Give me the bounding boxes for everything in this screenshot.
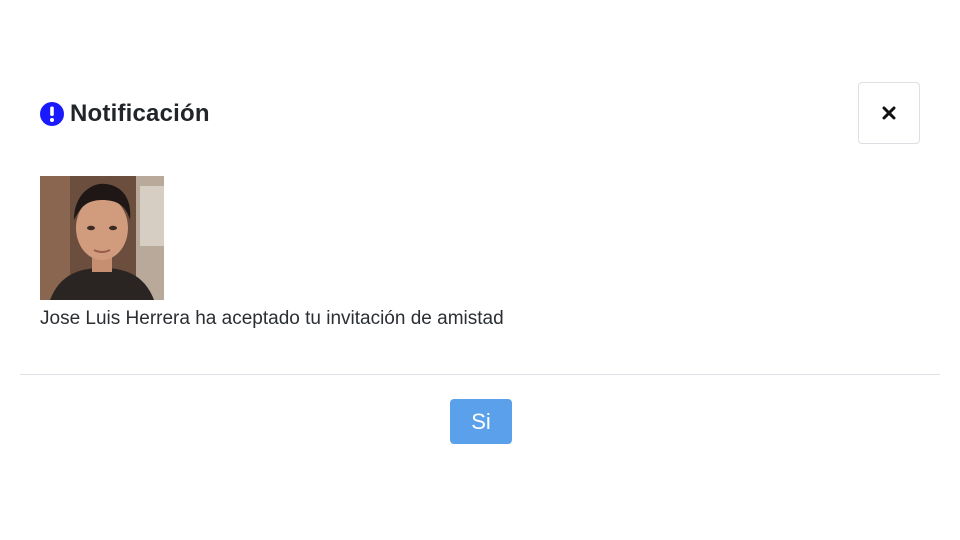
exclamation-circle-icon: [40, 102, 64, 126]
confirm-button[interactable]: Si: [450, 399, 512, 444]
notification-message: Jose Luis Herrera ha aceptado tu invitac…: [40, 308, 504, 329]
modal-header: Notificación: [20, 78, 940, 152]
modal-title-wrap: Notificación: [40, 102, 210, 126]
notification-modal: Notificación Jose Luis Herrera ha acepta…: [20, 78, 940, 478]
modal-title: Notificación: [70, 100, 210, 127]
close-button[interactable]: [858, 82, 920, 144]
avatar: [40, 176, 164, 300]
modal-body: Jose Luis Herrera ha aceptado tu invitac…: [40, 176, 920, 332]
modal-divider: [20, 374, 940, 375]
close-icon: [882, 106, 896, 120]
